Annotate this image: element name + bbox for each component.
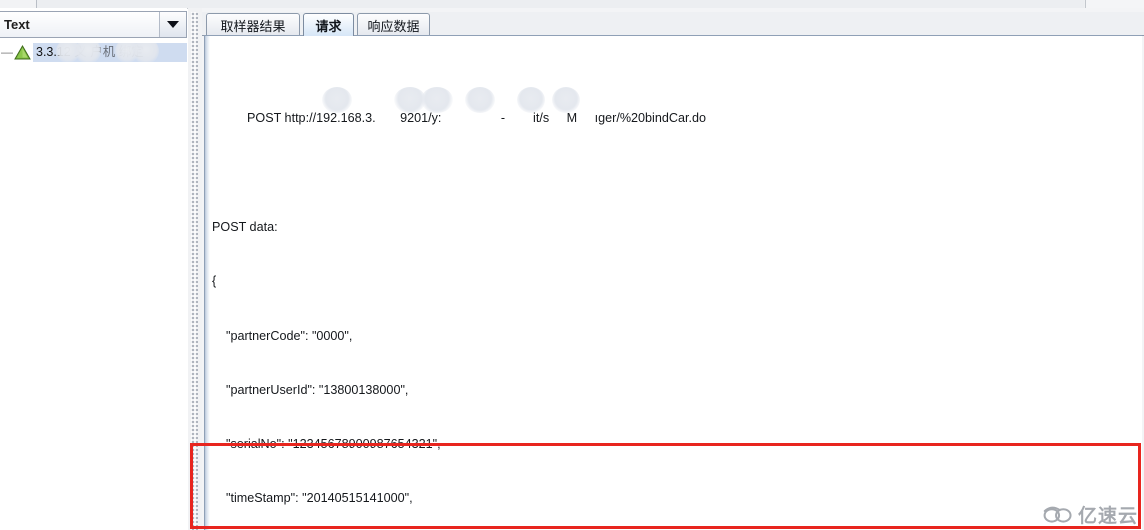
redaction-blur-2: [75, 42, 101, 62]
request-line: "timeStamp": "20140515141000",: [212, 491, 413, 506]
request-text-content: POST http://192.168.3. 9201/y: - it/s M …: [212, 37, 1142, 530]
url-redaction-blur-6: [552, 87, 580, 114]
tree-item-sampler[interactable]: — 3.3.12 义 户机 绑定: [0, 42, 187, 62]
jmeter-view-results-tree-window: Text — 3.3.12 义 户机 绑定: [0, 0, 1144, 530]
tree-expander-icon[interactable]: —: [0, 46, 14, 58]
request-text-area[interactable]: POST http://192.168.3. 9201/y: - it/s M …: [204, 35, 1142, 530]
tab-response-data[interactable]: 响应数据: [357, 13, 430, 36]
text-area-left-rail: [205, 36, 210, 530]
window-top-strip: [0, 0, 1144, 9]
request-line: {: [212, 274, 217, 289]
request-line: "partnerUserId": "13800138000",: [212, 382, 409, 397]
top-strip-left-segment: [0, 0, 37, 8]
render-format-combo[interactable]: Text: [0, 11, 187, 38]
request-line: "partnerCode": "0000",: [212, 328, 353, 343]
url-redaction-blur-3: [421, 87, 453, 114]
watermark: 亿速云: [1043, 501, 1138, 527]
tab-sampler-result-label: 取样器结果: [220, 18, 286, 34]
request-line: POST data:: [212, 219, 278, 234]
green-triangle-icon: [14, 44, 31, 60]
url-redaction-blur-4: [465, 87, 495, 114]
splitter-grip-dots: [191, 12, 198, 530]
request-line: [212, 164, 1142, 182]
url-redaction-blur-1: [322, 87, 352, 114]
request-detail-panel: 取样器结果 请求 响应数据 POST http://192.168.3. 920…: [202, 8, 1144, 530]
watermark-text: 亿速云: [1077, 504, 1138, 527]
cloud-logo-icon: [1043, 506, 1072, 523]
results-tree-left-panel: Text — 3.3.12 义 户机 绑定: [0, 8, 187, 530]
top-strip-right-segment: [1085, 0, 1144, 8]
tree-item-label: 3.3.12 义 户机 绑定: [33, 42, 187, 62]
tab-request-label: 请求: [315, 18, 342, 34]
request-line: POST http://192.168.3. 9201/y: - it/s M …: [212, 87, 1142, 125]
request-line: "serialNo": "12345678900987654321",: [212, 437, 441, 452]
detail-tabstrip: 取样器结果 请求 响应数据: [202, 12, 1144, 36]
tab-response-data-label: 响应数据: [367, 18, 420, 34]
redaction-blur-4: [133, 42, 159, 62]
tab-request[interactable]: 请求: [303, 13, 354, 36]
chevron-down-icon[interactable]: [159, 12, 186, 37]
url-redaction-blur-5: [517, 87, 545, 114]
render-format-combo-value: Text: [4, 17, 30, 32]
tab-sampler-result[interactable]: 取样器结果: [206, 13, 300, 36]
request-url-line: POST http://192.168.3. 9201/y: - it/s M …: [247, 111, 706, 126]
vertical-splitter[interactable]: [188, 8, 202, 530]
